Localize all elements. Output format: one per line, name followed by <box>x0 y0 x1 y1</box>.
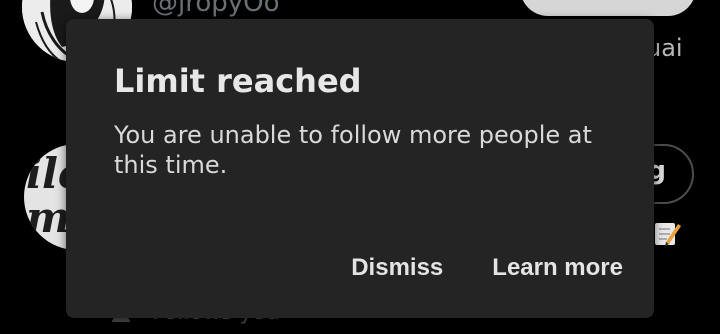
screen: @jropyOo uai ilo m g Follows you Limit r… <box>0 0 720 334</box>
memo-icon <box>652 218 682 248</box>
dialog-title: Limit reached <box>114 62 362 100</box>
learn-more-button[interactable]: Learn more <box>492 252 623 284</box>
dialog-actions: Dismiss Learn more <box>351 252 623 284</box>
follow-button-top[interactable] <box>520 0 696 16</box>
limit-reached-dialog: Limit reached You are unable to follow m… <box>66 19 654 318</box>
user-handle: @jropyOo <box>152 0 280 18</box>
dialog-message: You are unable to follow more people at … <box>114 121 592 179</box>
dismiss-button[interactable]: Dismiss <box>351 252 443 284</box>
